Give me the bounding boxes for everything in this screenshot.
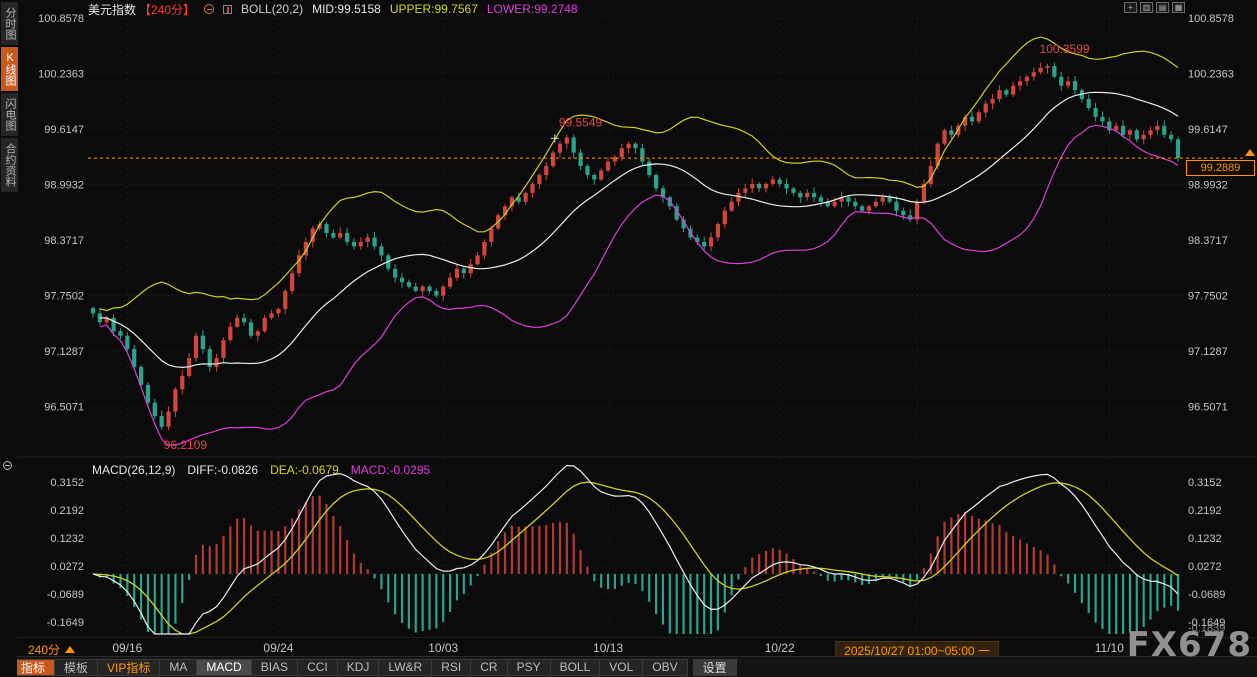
indicator-macd-button[interactable]: MACD	[197, 658, 252, 676]
sidebar-item-kline-chart[interactable]: K线图	[1, 47, 18, 91]
period-tag: 【240分】	[139, 2, 196, 17]
sidebar-item-contract-info[interactable]: 合约资料	[1, 138, 18, 192]
sidebar-item-timeline-chart[interactable]: 分时图	[1, 2, 18, 45]
tab-vip-indicators[interactable]: VIP指标	[98, 658, 161, 676]
svg-text:0.1232: 0.1232	[1188, 533, 1222, 545]
svg-text:97.7502: 97.7502	[44, 291, 84, 303]
indicator-lwr-button[interactable]: LW&R	[379, 658, 433, 676]
svg-text:100.2363: 100.2363	[38, 69, 84, 81]
svg-text:100.2363: 100.2363	[1188, 69, 1234, 81]
x-axis-label: 11/10	[1094, 641, 1124, 655]
macd-macd-value: MACD:-0.0295	[350, 462, 431, 477]
sidebar: 分时图 K线图 闪电图 合约资料	[0, 0, 18, 677]
indicator-obv-button[interactable]: OBV	[643, 658, 688, 676]
period-up-icon	[65, 646, 76, 653]
indicator-psy-button[interactable]: PSY	[507, 658, 551, 676]
svg-text:100.3599: 100.3599	[1040, 42, 1090, 56]
indicator-vol-button[interactable]: VOL	[600, 658, 644, 676]
chart-legend: 美元指数 【240分】 BOLL(20,2) MID:99.5158 UPPER…	[88, 2, 587, 17]
svg-text:100.8578: 100.8578	[38, 13, 84, 25]
x-axis-label: 09/24	[263, 641, 294, 655]
indicator-bias-button[interactable]: BIAS	[251, 658, 299, 676]
svg-text:99.5549: 99.5549	[559, 115, 603, 129]
settings-button[interactable]: 设置	[692, 658, 737, 676]
indicator-toolbar: 指标 模板 VIP指标 MA MACD BIAS CCI KDJ LW&R RS…	[0, 656, 1257, 677]
svg-text:98.3717: 98.3717	[44, 235, 84, 247]
svg-text:97.1287: 97.1287	[1188, 346, 1228, 358]
window-controls: + ▥ ▤ ▦	[1124, 2, 1185, 13]
layout-grid-icon[interactable]: ▦	[1172, 2, 1185, 13]
svg-text:0.1232: 0.1232	[50, 533, 84, 545]
current-price-box: 99.2889	[1186, 160, 1255, 177]
svg-text:-0.0689: -0.0689	[47, 589, 84, 601]
svg-text:-0.0689: -0.0689	[1188, 589, 1225, 601]
svg-text:96.2109: 96.2109	[164, 438, 208, 452]
svg-text:98.9932: 98.9932	[1188, 180, 1228, 192]
x-axis-label: 10/03	[428, 641, 459, 655]
svg-text:99.6147: 99.6147	[44, 124, 84, 136]
svg-text:0.2192: 0.2192	[50, 505, 84, 517]
svg-text:0.2192: 0.2192	[1188, 505, 1222, 517]
chart-canvas[interactable]: 100.8578 100.8578 100.2363 100.2363 99.6147 9…	[0, 0, 1257, 637]
indicator-cr-button[interactable]: CR	[471, 658, 508, 676]
indicator-boll-button[interactable]: BOLL	[550, 658, 601, 676]
symbol-name: 美元指数	[88, 2, 137, 17]
svg-text:100.8578: 100.8578	[1188, 13, 1234, 25]
collapse-icon[interactable]	[204, 4, 215, 14]
boll-mid-value: MID:99.5158	[312, 2, 381, 16]
layout-rows-icon[interactable]: ▤	[1156, 2, 1169, 13]
macd-legend: MACD(26,12,9) DIFF:-0.0826 DEA:-0.0679 M…	[92, 462, 442, 477]
indicator-pane-icon[interactable]	[3, 461, 12, 470]
add-pane-icon[interactable]: +	[1124, 2, 1137, 13]
svg-text:98.3717: 98.3717	[1188, 235, 1228, 247]
boll-lower-value: LOWER:99.2748	[486, 2, 578, 16]
x-axis-label: 10/22	[764, 641, 795, 655]
svg-text:0.0272: 0.0272	[1188, 561, 1222, 573]
svg-text:97.1287: 97.1287	[44, 346, 84, 358]
svg-text:98.9932: 98.9932	[44, 180, 84, 192]
svg-text:96.5071: 96.5071	[44, 402, 84, 414]
layout-columns-icon[interactable]: ▥	[1140, 2, 1153, 13]
indicator-rsi-button[interactable]: RSI	[432, 658, 472, 676]
indicator-kdj-button[interactable]: KDJ	[337, 658, 380, 676]
tab-templates[interactable]: 模板	[55, 658, 99, 676]
trading-app-window: 分时图 K线图 闪电图 合约资料 美元指数 【240分】 BOLL(20,2) …	[0, 0, 1257, 677]
boll-label: BOLL(20,2)	[241, 2, 304, 16]
x-axis-label: 10/13	[593, 641, 624, 655]
x-axis-row: 240分 09/16 09/24 10/03 10/13 10/22 2025/10/27…	[0, 637, 1257, 660]
svg-text:0.0272: 0.0272	[50, 561, 84, 573]
price-arrow-icon	[1245, 149, 1255, 157]
svg-text:97.7502: 97.7502	[1188, 291, 1228, 303]
x-axis-label: 09/16	[112, 641, 143, 655]
tab-indicators[interactable]: 指标	[11, 658, 56, 676]
watermark: FX678	[1126, 625, 1252, 665]
svg-text:-0.1649: -0.1649	[47, 617, 84, 629]
macd-name: MACD(26,12,9)	[92, 462, 176, 477]
svg-text:0.3152: 0.3152	[50, 477, 84, 489]
boll-upper-value: UPPER:99.7567	[389, 2, 478, 16]
sidebar-item-flash-chart[interactable]: 闪电图	[1, 93, 18, 136]
boll-toggle-icon[interactable]	[223, 4, 233, 14]
indicator-ma-button[interactable]: MA	[160, 658, 198, 676]
svg-text:99.6147: 99.6147	[1188, 124, 1228, 136]
svg-text:96.5071: 96.5071	[1188, 402, 1228, 414]
svg-text:0.3152: 0.3152	[1188, 477, 1222, 489]
indicator-cci-button[interactable]: CCI	[298, 658, 338, 676]
macd-dea-value: DEA:-0.0679	[270, 462, 339, 477]
macd-diff-value: DIFF:-0.0826	[187, 462, 259, 477]
